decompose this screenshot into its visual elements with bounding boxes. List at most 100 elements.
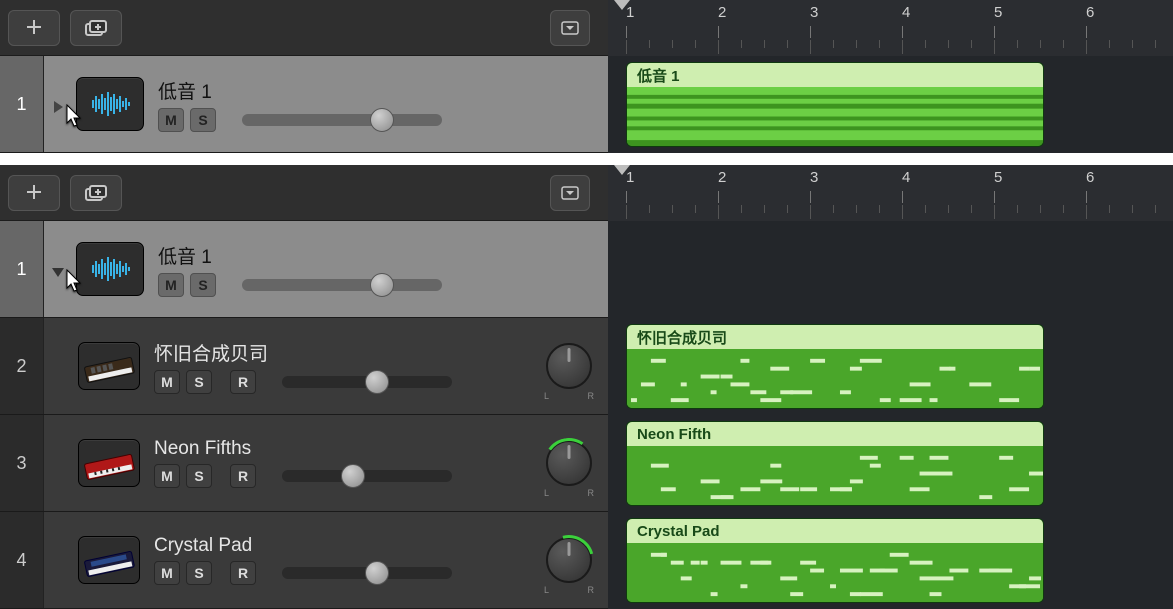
mute-button[interactable]: M: [154, 464, 180, 488]
track-row-1[interactable]: 1 低音 1: [0, 56, 608, 153]
ruler-bar-3: 3: [810, 169, 818, 186]
track-icon-instrument[interactable]: [78, 439, 140, 487]
track-toolbar: [0, 0, 608, 56]
timeline-ruler[interactable]: 1234567: [608, 0, 1173, 56]
volume-slider-thumb[interactable]: [365, 370, 389, 394]
keyboard-icon: [81, 540, 137, 580]
volume-slider-thumb[interactable]: [370, 273, 394, 297]
mute-button[interactable]: M: [158, 108, 184, 132]
solo-button[interactable]: S: [190, 273, 216, 297]
pan-label-r: R: [588, 488, 595, 498]
record-enable-button[interactable]: R: [230, 464, 256, 488]
cursor-pointer: [66, 104, 86, 133]
duplicate-track-button[interactable]: [70, 175, 122, 211]
region-name: 低音 1: [627, 63, 1043, 87]
add-window-icon: [85, 20, 107, 36]
pan-label-r: R: [588, 585, 595, 595]
region-name: Neon Fifth: [627, 422, 1043, 446]
track-icon-instrument[interactable]: [78, 342, 140, 390]
ruler-bar-2: 2: [718, 4, 726, 21]
track-list-menu-button[interactable]: [550, 175, 590, 211]
region-midi: [627, 543, 1043, 602]
track-name[interactable]: Neon Fifths: [154, 438, 538, 460]
volume-slider-thumb[interactable]: [370, 108, 394, 132]
ruler-bar-4: 4: [902, 4, 910, 21]
add-track-button[interactable]: [8, 175, 60, 211]
track-name[interactable]: 低音 1: [158, 242, 608, 269]
record-enable-button[interactable]: R: [230, 370, 256, 394]
waveform-icon: [88, 255, 132, 283]
volume-slider[interactable]: [242, 279, 442, 291]
ruler-bar-6: 6: [1086, 4, 1094, 21]
region-name: Crystal Pad: [627, 519, 1043, 543]
timeline-lane[interactable]: [608, 221, 1173, 318]
track-name[interactable]: 怀旧合成贝司: [154, 339, 538, 366]
track-number: 3: [0, 415, 44, 511]
waveform-icon: [88, 90, 132, 118]
track-icon-instrument[interactable]: [78, 536, 140, 584]
track-name[interactable]: Crystal Pad: [154, 535, 538, 557]
midi-region[interactable]: Crystal Pad: [626, 518, 1044, 603]
ruler-bar-6: 6: [1086, 169, 1094, 186]
region-midi: [627, 446, 1043, 505]
track-name[interactable]: 低音 1: [158, 77, 608, 104]
dropdown-box-icon: [561, 186, 579, 200]
audio-region[interactable]: 低音 1: [626, 62, 1044, 147]
pan-label-r: R: [588, 391, 595, 401]
pan-label-l: L: [544, 391, 549, 401]
dropdown-box-icon: [561, 21, 579, 35]
mute-button[interactable]: M: [154, 370, 180, 394]
track-toolbar: [0, 165, 608, 221]
duplicate-track-button[interactable]: [70, 10, 122, 46]
solo-button[interactable]: S: [186, 561, 212, 585]
solo-button[interactable]: S: [190, 108, 216, 132]
ruler-bar-2: 2: [718, 169, 726, 186]
volume-slider-thumb[interactable]: [365, 561, 389, 585]
add-track-button[interactable]: [8, 10, 60, 46]
volume-slider-thumb[interactable]: [341, 464, 365, 488]
volume-slider[interactable]: [282, 567, 452, 579]
pan-knob[interactable]: LR: [546, 537, 592, 583]
track-list-menu-button[interactable]: [550, 10, 590, 46]
pan-knob[interactable]: LR: [546, 440, 592, 486]
track-row-1[interactable]: 1 低音 1: [0, 221, 608, 318]
timeline-ruler[interactable]: 1234567: [608, 165, 1173, 221]
add-window-icon: [85, 185, 107, 201]
timeline-lane[interactable]: Crystal Pad: [608, 512, 1173, 609]
track-row-2[interactable]: 2 怀旧合成贝司 M S R: [0, 318, 608, 415]
midi-region[interactable]: Neon Fifth: [626, 421, 1044, 506]
track-icon-audio[interactable]: [76, 242, 144, 296]
track-number: 1: [0, 56, 44, 152]
timeline-lane[interactable]: Neon Fifth: [608, 415, 1173, 512]
region-midi: [627, 349, 1043, 408]
volume-slider[interactable]: [282, 470, 452, 482]
track-icon-audio[interactable]: [76, 77, 144, 131]
track-number: 4: [0, 512, 44, 608]
disclosure-down-icon[interactable]: [51, 265, 65, 279]
track-number: 1: [0, 221, 44, 317]
ruler-bar-1: 1: [626, 169, 634, 186]
track-row-4[interactable]: 4 Crystal Pad M S R: [0, 512, 608, 609]
volume-slider[interactable]: [282, 376, 452, 388]
region-waveform: [627, 87, 1043, 146]
keyboard-icon: [81, 346, 137, 386]
solo-button[interactable]: S: [186, 370, 212, 394]
ruler-bar-1: 1: [626, 4, 634, 21]
timeline-lane-1[interactable]: 低音 1: [608, 56, 1173, 153]
daw-panel-collapsed: 1234567 1: [0, 0, 1173, 153]
track-row-3[interactable]: 3 Neon Fifths M S R: [0, 415, 608, 512]
solo-button[interactable]: S: [186, 464, 212, 488]
ruler-bar-5: 5: [994, 169, 1002, 186]
ruler-bar-5: 5: [994, 4, 1002, 21]
mute-button[interactable]: M: [154, 561, 180, 585]
pan-knob[interactable]: LR: [546, 343, 592, 389]
plus-icon: [25, 19, 43, 37]
keyboard-icon: [81, 443, 137, 483]
timeline-lane[interactable]: 怀旧合成贝司: [608, 318, 1173, 415]
mute-button[interactable]: M: [158, 273, 184, 297]
pan-label-l: L: [544, 488, 549, 498]
midi-region[interactable]: 怀旧合成贝司: [626, 324, 1044, 409]
disclosure-right-icon[interactable]: [51, 100, 65, 114]
record-enable-button[interactable]: R: [230, 561, 256, 585]
volume-slider[interactable]: [242, 114, 442, 126]
